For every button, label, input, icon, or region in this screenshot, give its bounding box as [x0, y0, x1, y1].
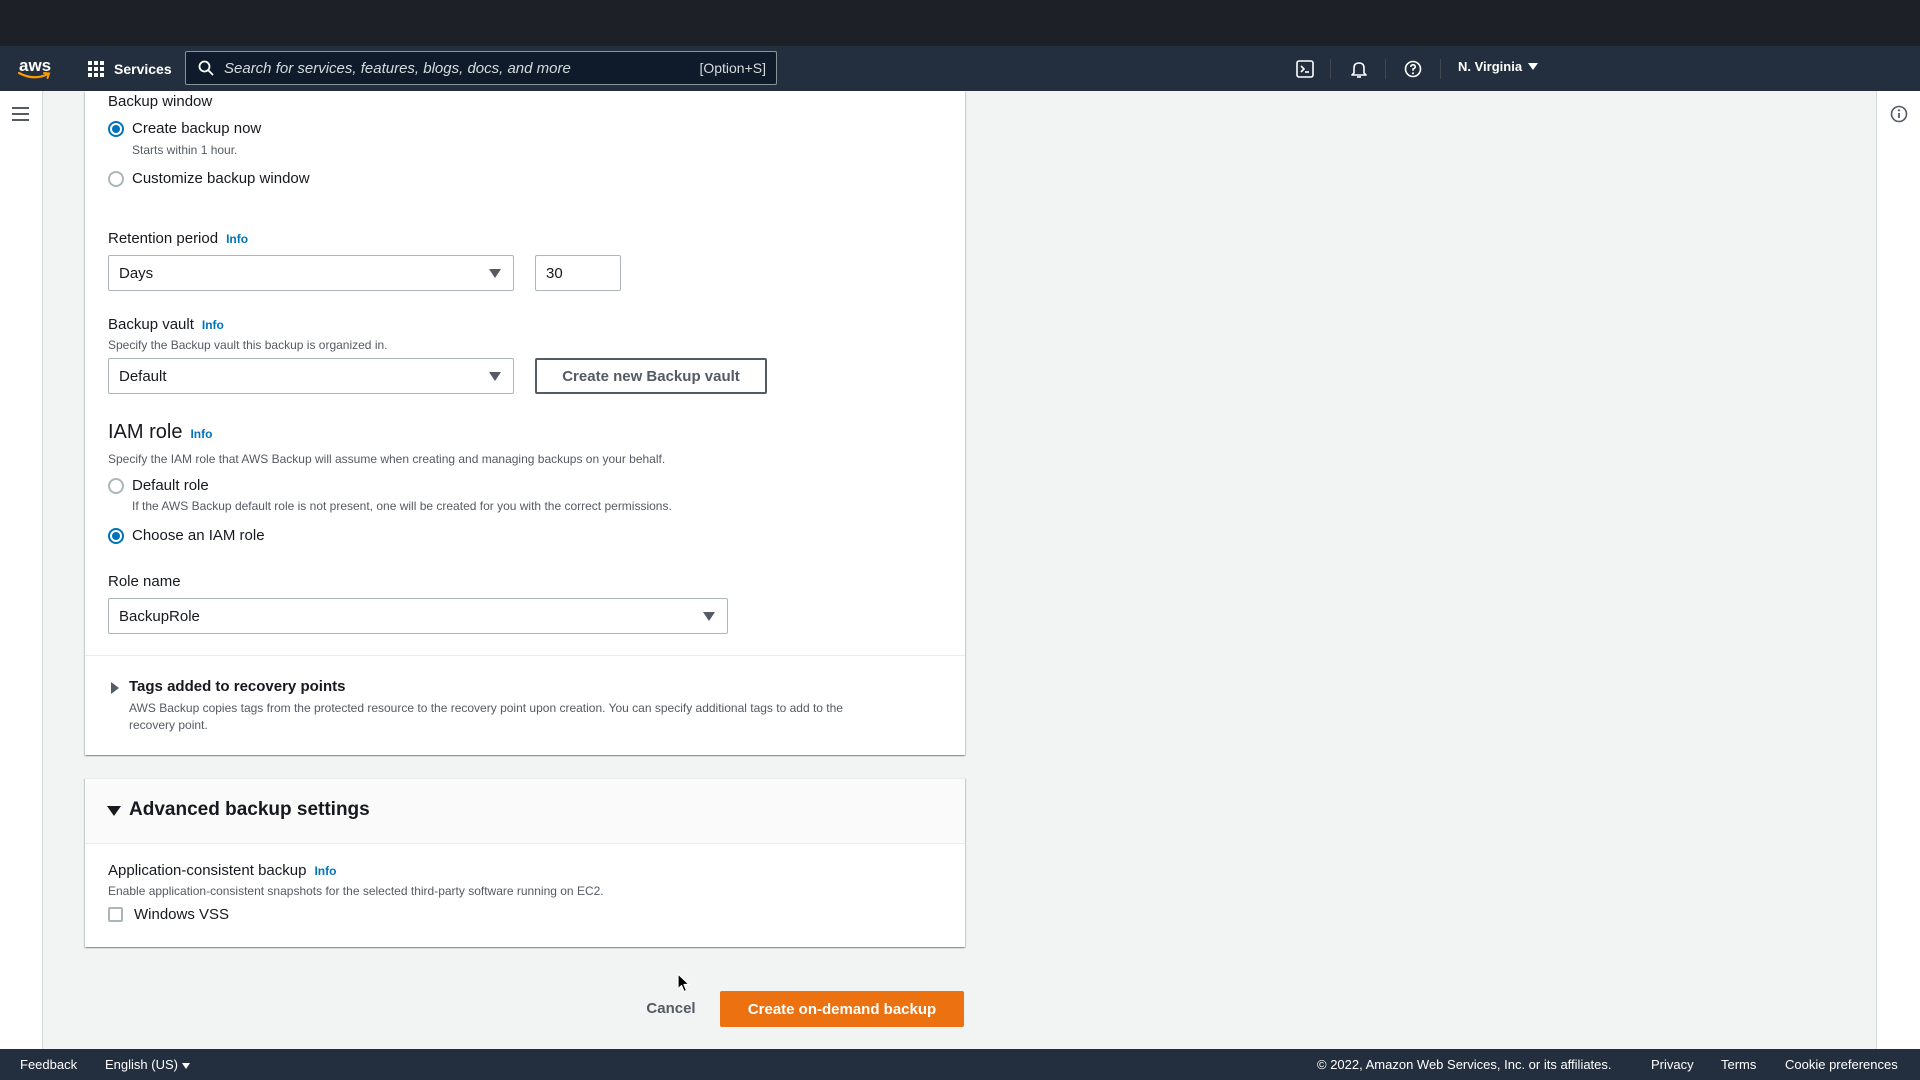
tags-section-desc-line1: AWS Backup copies tags from the protecte…	[129, 701, 843, 715]
search-input[interactable]	[224, 59, 700, 77]
services-label: Services	[114, 61, 172, 77]
retention-period-label: Retention period Info	[108, 230, 248, 247]
terms-link[interactable]: Terms	[1721, 1057, 1756, 1072]
app-consistent-text: Application-consistent backup	[108, 862, 307, 879]
retention-period-text: Retention period	[108, 230, 219, 247]
default-role-radio[interactable]	[108, 478, 124, 494]
privacy-link[interactable]: Privacy	[1651, 1057, 1694, 1072]
language-label: English (US)	[105, 1057, 178, 1072]
global-nav: aws Services [Option+S] N. Virginia	[0, 46, 1920, 91]
backup-vault-text: Backup vault	[108, 316, 194, 333]
backup-vault-value: Default	[119, 367, 167, 385]
caret-down-icon	[1528, 63, 1539, 70]
right-tools-rail	[1876, 91, 1920, 1049]
create-backup-now-radio[interactable]	[108, 121, 124, 137]
caret-down-icon	[181, 1062, 190, 1069]
retention-amount-input[interactable]	[535, 255, 621, 291]
default-role-desc: If the AWS Backup default role is not pr…	[132, 499, 672, 513]
search-icon	[198, 60, 214, 76]
advanced-backup-settings-panel: Advanced backup settings Application-con…	[85, 778, 965, 947]
retention-unit-select[interactable]: Days	[108, 255, 514, 291]
windows-vss-label[interactable]: Windows VSS	[134, 906, 229, 923]
copyright-text: © 2022, Amazon Web Services, Inc. or its…	[1317, 1057, 1612, 1072]
customize-backup-window-label[interactable]: Customize backup window	[132, 170, 310, 187]
mouse-cursor-icon	[677, 973, 690, 993]
cloudshell-icon[interactable]	[1293, 57, 1317, 81]
grid-icon	[88, 61, 104, 77]
hamburger-menu-icon[interactable]	[12, 107, 29, 121]
iam-role-title: IAM role	[108, 421, 183, 443]
section-divider	[85, 655, 965, 656]
nav-divider	[1330, 59, 1331, 79]
search-bar[interactable]: [Option+S]	[185, 51, 777, 85]
customize-backup-window-radio[interactable]	[108, 171, 124, 187]
expand-tags-caret-icon[interactable]	[111, 682, 119, 694]
create-backup-vault-button[interactable]: Create new Backup vault	[535, 358, 767, 394]
iam-role-desc: Specify the IAM role that AWS Backup wil…	[108, 452, 666, 466]
role-name-value: BackupRole	[119, 607, 200, 625]
retention-unit-value: Days	[119, 264, 154, 282]
app-consistent-info-link[interactable]: Info	[314, 864, 336, 878]
search-shortcut-hint: [Option+S]	[699, 60, 766, 76]
backup-vault-info-link[interactable]: Info	[202, 318, 224, 332]
cookie-preferences-link[interactable]: Cookie preferences	[1785, 1057, 1898, 1072]
browser-top-band	[0, 0, 1920, 46]
nav-divider	[1440, 59, 1441, 79]
iam-role-info-link[interactable]: Info	[190, 427, 212, 441]
collapse-caret-icon[interactable]	[107, 806, 121, 816]
create-backup-now-desc: Starts within 1 hour.	[132, 143, 238, 157]
iam-role-heading: IAM role Info	[108, 421, 212, 444]
feedback-link[interactable]: Feedback	[20, 1057, 77, 1072]
caret-down-icon	[489, 268, 501, 278]
advanced-settings-title[interactable]: Advanced backup settings	[129, 799, 370, 821]
backup-window-label: Backup window	[108, 93, 213, 110]
region-selector[interactable]: N. Virginia	[1458, 59, 1539, 74]
choose-iam-role-radio[interactable]	[108, 528, 124, 544]
choose-iam-role-label[interactable]: Choose an IAM role	[132, 527, 265, 544]
backup-vault-label: Backup vault Info	[108, 316, 224, 333]
backup-vault-select[interactable]: Default	[108, 358, 514, 394]
bell-icon[interactable]	[1347, 57, 1371, 81]
services-menu-button[interactable]: Services	[88, 58, 172, 80]
app-consistent-label: Application-consistent backup Info	[108, 862, 336, 879]
backup-vault-desc: Specify the Backup vault this backup is …	[108, 338, 388, 352]
windows-vss-checkbox[interactable]	[108, 907, 123, 922]
nav-divider	[1385, 59, 1386, 79]
app-consistent-desc: Enable application-consistent snapshots …	[108, 884, 604, 898]
create-backup-now-label[interactable]: Create backup now	[132, 120, 261, 137]
role-name-select[interactable]: BackupRole	[108, 598, 728, 634]
region-label: N. Virginia	[1458, 59, 1523, 74]
create-on-demand-backup-button[interactable]: Create on-demand backup	[720, 991, 964, 1027]
cancel-button[interactable]: Cancel	[636, 990, 706, 1026]
tags-section-desc-line2: recovery point.	[129, 718, 208, 732]
left-navigation-rail	[0, 91, 43, 1049]
backup-settings-panel: Backup window Create backup now Starts w…	[85, 91, 965, 755]
default-role-label[interactable]: Default role	[132, 477, 209, 494]
aws-logo[interactable]: aws	[18, 52, 54, 84]
tags-section-title[interactable]: Tags added to recovery points	[129, 678, 345, 695]
caret-down-icon	[489, 371, 501, 381]
role-name-label: Role name	[108, 573, 181, 590]
advanced-settings-header[interactable]: Advanced backup settings	[85, 779, 965, 844]
caret-down-icon	[703, 611, 715, 621]
language-selector[interactable]: English (US)	[105, 1057, 190, 1072]
footer: Feedback English (US) © 2022, Amazon Web…	[0, 1049, 1920, 1080]
aws-smile-icon	[18, 71, 51, 79]
help-icon[interactable]	[1401, 57, 1425, 81]
info-circle-icon[interactable]	[1890, 105, 1908, 123]
retention-info-link[interactable]: Info	[226, 232, 248, 246]
